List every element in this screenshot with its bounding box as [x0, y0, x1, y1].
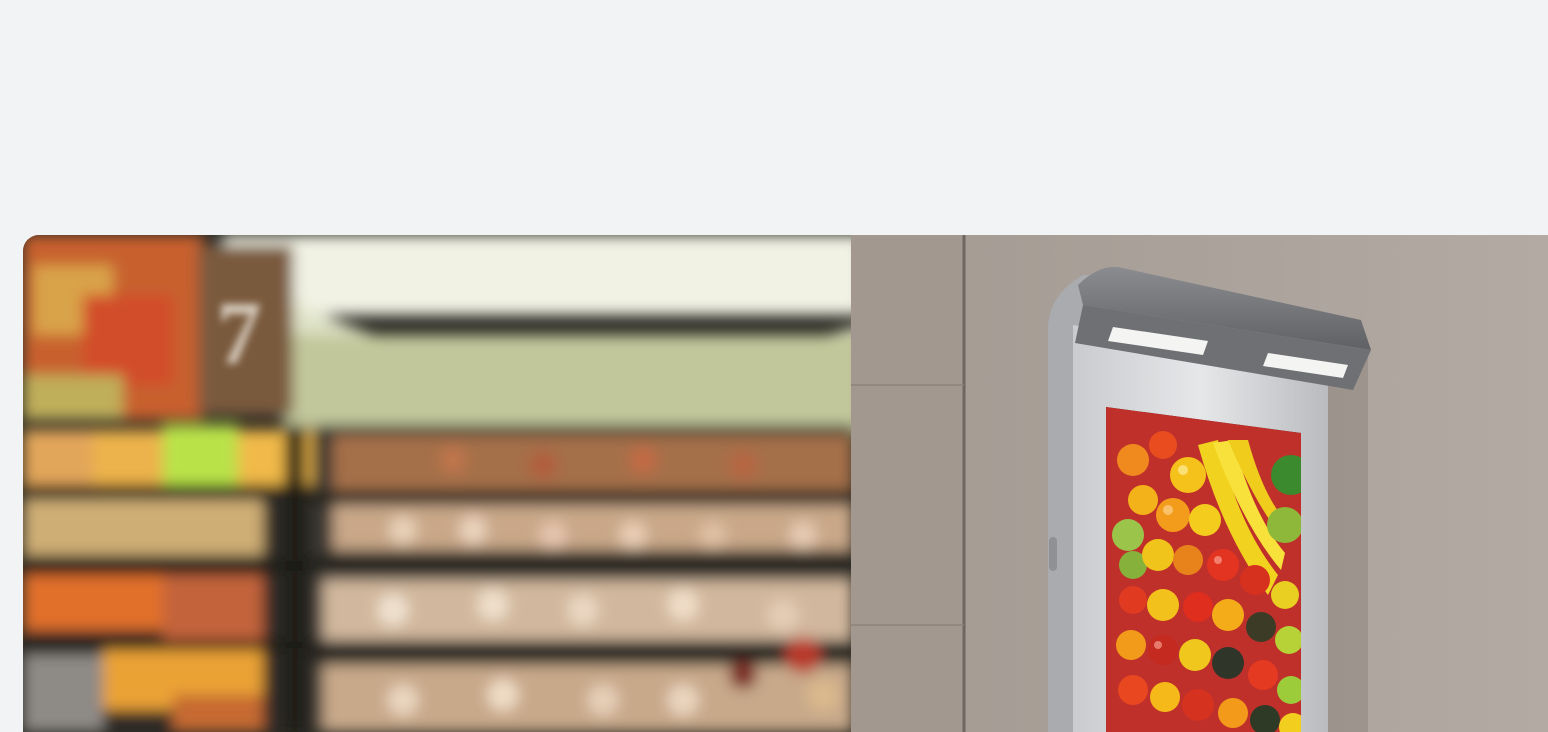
- blurred-supermarket-shelves: 7: [23, 235, 863, 732]
- page: 7: [0, 0, 1548, 732]
- hero-banner-image: 7: [23, 235, 1548, 732]
- store-sign-number: 7: [217, 284, 262, 383]
- signage-screen-fruit-image: [1106, 407, 1301, 732]
- hero-illustration: 7: [23, 235, 1548, 732]
- header-blank-area: [0, 0, 1548, 234]
